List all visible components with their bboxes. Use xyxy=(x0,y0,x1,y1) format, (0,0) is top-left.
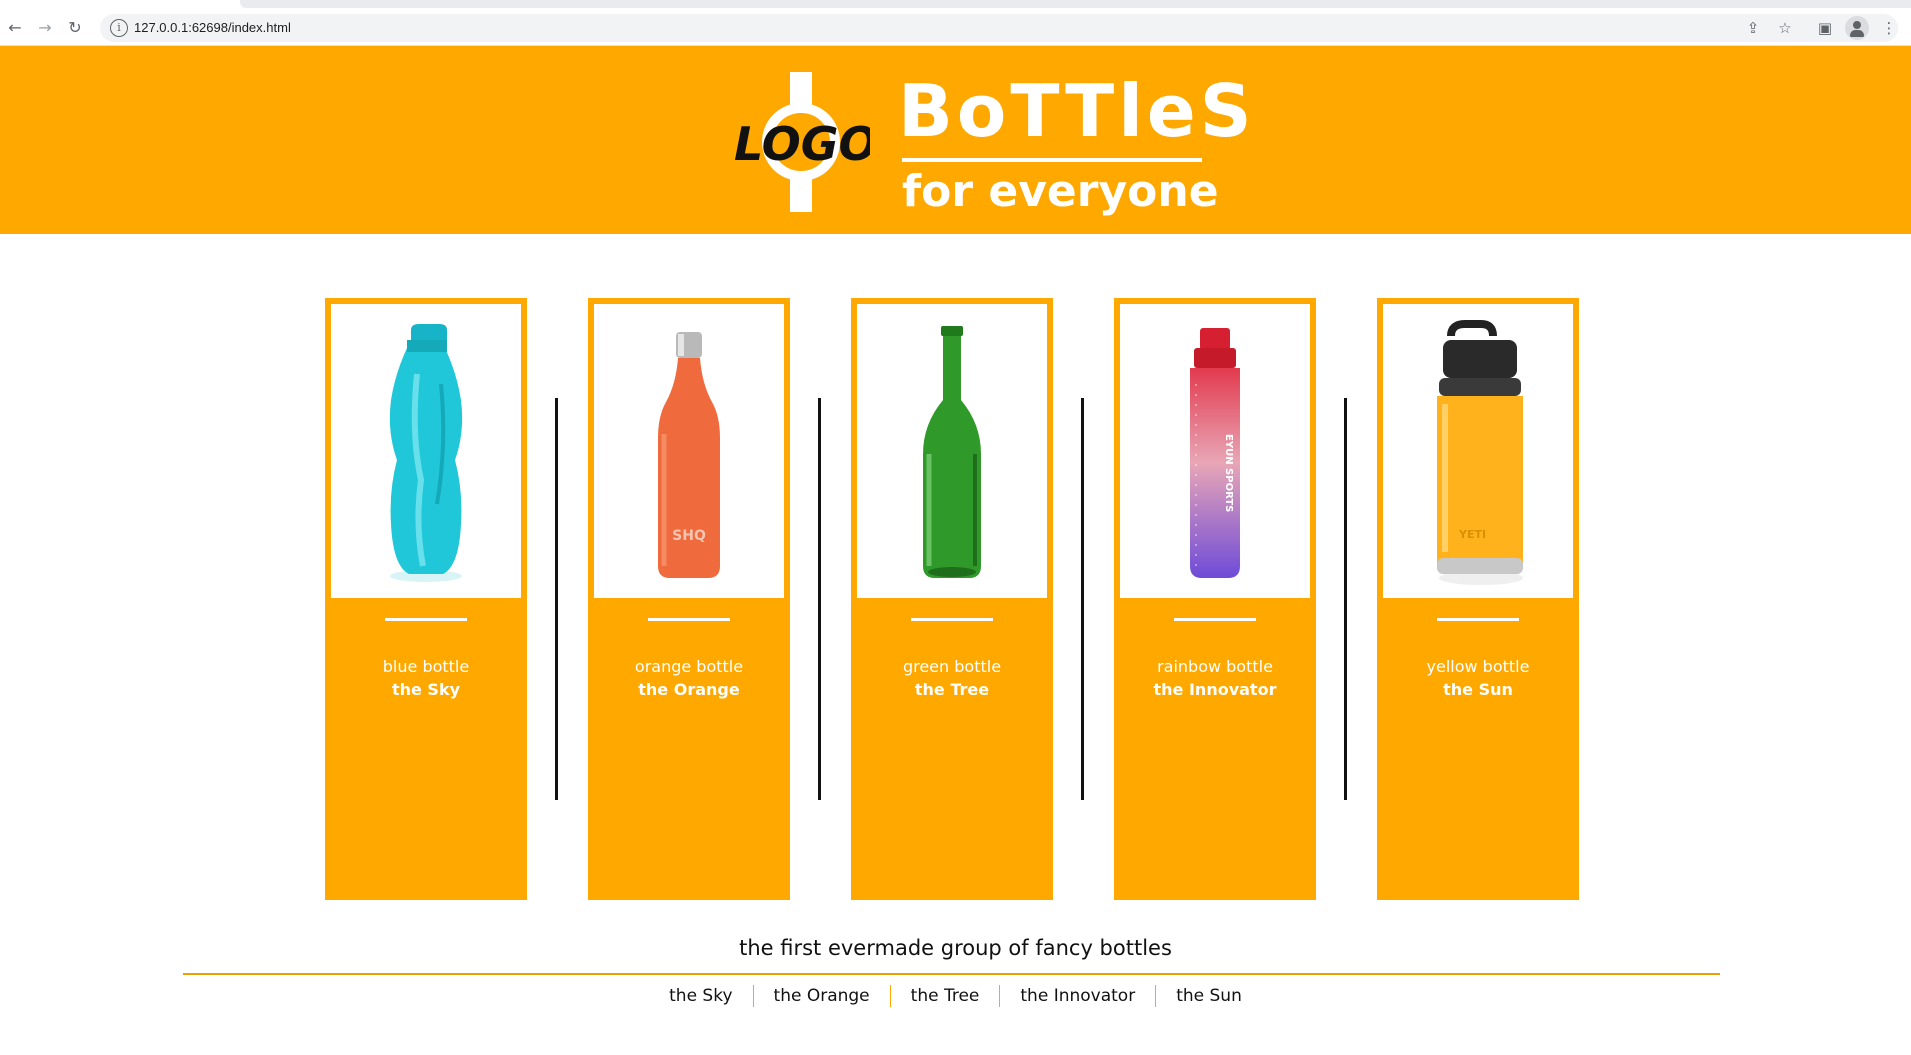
brand-subtitle: for everyone xyxy=(902,166,1219,217)
product-name: orange bottle xyxy=(634,657,744,676)
orange-bottle-print: SHQ xyxy=(672,528,706,544)
card-divider-line xyxy=(1437,618,1519,621)
card-divider-line xyxy=(1174,618,1256,621)
blue-bottle-image xyxy=(331,304,521,598)
product-name: yellow bottle xyxy=(1426,657,1530,676)
product-name: blue bottle xyxy=(382,657,470,676)
card-divider-line xyxy=(911,618,993,621)
card-divider-line xyxy=(385,618,467,621)
product-nickname: the Tree xyxy=(914,680,990,699)
card-separator xyxy=(1081,398,1084,800)
footer-tagline: the first evermade group of fancy bottle… xyxy=(739,936,1172,960)
site-header: LOGO BoTTleS for everyone xyxy=(0,46,1911,234)
browser-tab-strip xyxy=(0,0,1911,8)
address-url[interactable]: 127.0.0.1:62698/index.html xyxy=(134,20,291,35)
back-arrow-icon[interactable]: ← xyxy=(4,17,26,39)
yellow-bottle-image: YETI xyxy=(1383,304,1573,598)
brand-title: BoTTleS xyxy=(898,69,1256,153)
product-card-sky[interactable]: blue bottle the Sky xyxy=(325,298,527,900)
reload-icon[interactable]: ↻ xyxy=(64,17,86,39)
product-card-innovator[interactable]: EYUN SPORTS rainbow bottle the Innovator xyxy=(1114,298,1316,900)
browser-toolbar: ← → ↻ i 127.0.0.1:62698/index.html ⇪ ☆ ▣… xyxy=(0,8,1911,46)
footer-nav: the Sky the Orange the Tree the Innovator th… xyxy=(0,985,1911,1009)
product-name: rainbow bottle xyxy=(1157,657,1273,676)
green-bottle-image xyxy=(857,304,1047,598)
rainbow-bottle-print: EYUN SPORTS xyxy=(1223,434,1234,512)
yellow-bottle-print: YETI xyxy=(1458,528,1486,541)
footer-link-innovator[interactable]: the Innovator xyxy=(999,985,1155,1007)
site-info-icon[interactable]: i xyxy=(110,19,128,37)
card-separator xyxy=(1344,398,1347,800)
forward-arrow-icon[interactable]: → xyxy=(34,17,56,39)
product-card-orange[interactable]: SHQ orange bottle the Orange xyxy=(588,298,790,900)
product-card-sun[interactable]: YETI yellow bottle the Sun xyxy=(1377,298,1579,900)
profile-avatar-icon[interactable] xyxy=(1845,16,1869,40)
footer-rule xyxy=(183,973,1720,975)
product-name: green bottle xyxy=(902,657,1002,676)
menu-kebab-icon[interactable]: ⋮ xyxy=(1878,17,1900,39)
share-icon[interactable]: ⇪ xyxy=(1742,17,1764,39)
product-card-tree[interactable]: green bottle the Tree xyxy=(851,298,1053,900)
logo-icon: LOGO xyxy=(734,72,870,212)
product-nickname: the Innovator xyxy=(1153,680,1277,699)
product-nickname: the Orange xyxy=(638,680,740,699)
address-bar[interactable]: i 127.0.0.1:62698/index.html xyxy=(100,14,1898,42)
brand-rule xyxy=(902,158,1202,162)
footer-link-orange[interactable]: the Orange xyxy=(752,985,890,1007)
tab-strip-bar xyxy=(240,0,1911,8)
footer-link-sky[interactable]: the Sky xyxy=(649,985,752,1007)
bookmark-star-icon[interactable]: ☆ xyxy=(1774,17,1796,39)
product-nickname: the Sun xyxy=(1443,680,1513,699)
rainbow-bottle-image: EYUN SPORTS xyxy=(1120,304,1310,598)
footer-link-sun[interactable]: the Sun xyxy=(1155,985,1262,1007)
card-divider-line xyxy=(648,618,730,621)
orange-bottle-image: SHQ xyxy=(594,304,784,598)
side-panel-icon[interactable]: ▣ xyxy=(1814,17,1836,39)
card-separator xyxy=(555,398,558,800)
product-nickname: the Sky xyxy=(391,680,461,699)
card-separator xyxy=(818,398,821,800)
logo-text: LOGO xyxy=(734,117,870,171)
footer-link-tree[interactable]: the Tree xyxy=(889,985,1000,1007)
